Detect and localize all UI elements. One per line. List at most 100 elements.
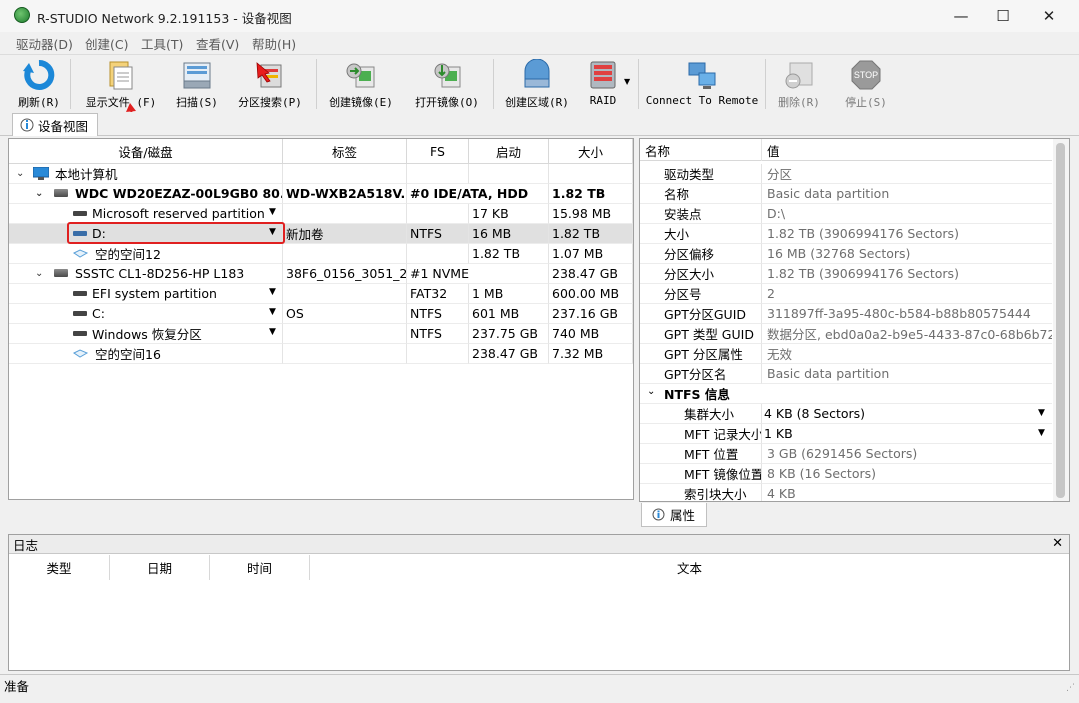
maximize-button[interactable]: ☐ xyxy=(980,0,1026,32)
log-panel[interactable]: 日志 ✕ 类型 日期 时间 文本 xyxy=(8,534,1070,671)
delete-label: 删除(R) xyxy=(778,96,820,109)
property-value: D:\ xyxy=(762,204,1052,224)
tree-row-partition[interactable]: Microsoft reserved partition ▼ 17 KB 15.… xyxy=(9,204,633,224)
property-row[interactable]: 分区偏移 16 MB (32768 Sectors) xyxy=(640,244,1052,264)
log-close-icon[interactable]: ✕ xyxy=(1052,536,1063,551)
col-log-time[interactable]: 时间 xyxy=(210,555,310,580)
menu-create[interactable]: 创建(C) xyxy=(85,34,128,53)
property-value: 16 MB (32768 Sectors) xyxy=(762,244,1052,264)
property-value: 8 KB (16 Sectors) xyxy=(762,464,1052,484)
stop-button[interactable]: STOP 停止(S) xyxy=(842,59,890,111)
tree-row-partition[interactable]: Windows 恢复分区 ▼ NTFS 237.75 GB 740 MB xyxy=(9,324,633,344)
device-label: WD-WXB2A518V... xyxy=(283,184,407,204)
properties-panel[interactable]: 名称 值 驱动类型 分区 名称 Basic data partition 安装点 D:\ 大… xyxy=(639,138,1070,502)
device-fs: #0 IDE/ATA, HDD xyxy=(407,184,549,204)
col-log-date[interactable]: 日期 xyxy=(110,555,210,580)
menu-help[interactable]: 帮助(H) xyxy=(252,34,296,53)
property-value[interactable]: 4 KB (8 Sectors) xyxy=(762,404,1052,424)
open-image-button[interactable]: 打开镜像(O) xyxy=(412,59,482,111)
property-row[interactable]: 名称 Basic data partition xyxy=(640,184,1052,204)
scroll-thumb[interactable] xyxy=(1056,143,1065,498)
scan-button[interactable]: 扫描(S) xyxy=(172,59,222,111)
col-size[interactable]: 大小 xyxy=(549,139,633,164)
connect-remote-button[interactable]: Connect To Remote xyxy=(646,59,758,111)
close-button[interactable]: ✕ xyxy=(1026,0,1072,32)
raid-dropdown-icon[interactable]: ▼ xyxy=(624,77,630,86)
tree-row-disk[interactable]: ⌄ SSSTC CL1-8D256-HP L183 38F6_0156_3051… xyxy=(9,264,633,284)
raid-button[interactable]: RAID xyxy=(585,59,621,111)
partition-search-icon xyxy=(256,62,282,88)
property-row[interactable]: MFT 镜像位置 8 KB (16 Sectors) xyxy=(640,464,1052,484)
collapse-arrow-icon[interactable]: ⌄ xyxy=(35,188,43,199)
dropdown-arrow-icon[interactable]: ▼ xyxy=(269,327,276,337)
property-row[interactable]: 分区大小 1.82 TB (3906994176 Sectors) xyxy=(640,264,1052,284)
col-label[interactable]: 标签 xyxy=(283,139,407,164)
property-row[interactable]: NTFS 信息 ⌄ xyxy=(640,384,1052,404)
dropdown-arrow-icon[interactable]: ▼ xyxy=(269,287,276,297)
col-start[interactable]: 启动 xyxy=(469,139,549,164)
tab-device-view[interactable]: 设备视图 xyxy=(12,113,98,136)
device-table-header: 设备/磁盘 ^ 标签 FS 启动 大小 xyxy=(9,139,633,164)
property-row[interactable]: GPT分区GUID 311897ff-3a95-480c-b584-b88b805… xyxy=(640,304,1052,324)
menu-tools[interactable]: 工具(T) xyxy=(141,34,183,53)
device-name: EFI system partition xyxy=(92,286,217,301)
hard-disk-icon xyxy=(54,189,68,197)
property-row[interactable]: 集群大小 4 KB (8 Sectors) ▼ xyxy=(640,404,1052,424)
resize-grip-icon[interactable]: ⋰ xyxy=(1066,683,1075,693)
tree-row-free-space[interactable]: 空的空间12 1.82 TB 1.07 MB xyxy=(9,244,633,264)
dropdown-arrow-icon[interactable]: ▼ xyxy=(1038,408,1045,418)
refresh-button[interactable]: 刷新(R) xyxy=(16,59,62,111)
collapse-arrow-icon[interactable]: ⌄ xyxy=(16,168,24,179)
property-row[interactable]: 驱动类型 分区 xyxy=(640,164,1052,184)
hard-disk-icon xyxy=(54,269,68,277)
col-log-type[interactable]: 类型 xyxy=(9,555,110,580)
create-region-label: 创建区域(R) xyxy=(505,96,569,109)
collapse-arrow-icon[interactable]: ⌄ xyxy=(647,386,655,397)
log-title: 日志 xyxy=(13,537,39,553)
collapse-arrow-icon[interactable]: ⌄ xyxy=(35,268,43,279)
tree-row-partition[interactable]: C: ▼ OS NTFS 601 MB 237.16 GB xyxy=(9,304,633,324)
property-row[interactable]: GPT 分区属性 无效 xyxy=(640,344,1052,364)
tree-row-local-computer[interactable]: ⌄ 本地计算机 xyxy=(9,164,633,184)
property-row[interactable]: 分区号 2 xyxy=(640,284,1052,304)
device-label: 新加卷 xyxy=(283,224,407,244)
property-row[interactable]: GPT分区名 Basic data partition xyxy=(640,364,1052,384)
show-files-button[interactable]: 显示文件 (F) xyxy=(83,59,159,111)
device-cell: ⌄ WDC WD20EZAZ-00L9GB0 80.0... xyxy=(9,184,283,204)
tree-row-free-space[interactable]: 空的空间16 238.47 GB 7.32 MB xyxy=(9,344,633,364)
col-fs[interactable]: FS xyxy=(407,139,469,164)
menu-drive[interactable]: 驱动器(D) xyxy=(16,34,73,53)
device-start: 1.82 TB xyxy=(469,244,549,264)
menu-view[interactable]: 查看(V) xyxy=(196,34,239,53)
properties-scrollbar[interactable] xyxy=(1053,139,1069,501)
dropdown-arrow-icon[interactable]: ▼ xyxy=(1038,428,1045,438)
col-prop-name[interactable]: 名称 xyxy=(640,139,762,161)
show-files-label: 显示文件 (F) xyxy=(85,96,157,109)
col-device[interactable]: 设备/磁盘 ^ xyxy=(9,139,283,164)
app-logo-icon xyxy=(14,7,30,23)
partition-icon xyxy=(73,331,87,336)
menu-bar: 驱动器(D) 创建(C) 工具(T) 查看(V) 帮助(H) xyxy=(0,32,1079,52)
device-name: SSSTC CL1-8D256-HP L183 xyxy=(75,266,245,281)
create-image-button[interactable]: 创建镜像(E) xyxy=(326,59,396,111)
dropdown-arrow-icon[interactable]: ▼ xyxy=(269,207,276,217)
tree-row-disk[interactable]: ⌄ WDC WD20EZAZ-00L9GB0 80.0... WD-WXB2A5… xyxy=(9,184,633,204)
property-name: 安装点 xyxy=(640,204,762,224)
col-prop-value[interactable]: 值 xyxy=(762,139,1052,161)
minimize-button[interactable]: — xyxy=(938,0,984,32)
tree-row-partition[interactable]: EFI system partition ▼ FAT32 1 MB 600.00… xyxy=(9,284,633,304)
col-log-text[interactable]: 文本 xyxy=(310,555,1069,580)
delete-button[interactable]: 删除(R) xyxy=(775,59,823,111)
property-row[interactable]: 大小 1.82 TB (3906994176 Sectors) xyxy=(640,224,1052,244)
tab-properties[interactable]: 属性 xyxy=(641,503,707,527)
property-row[interactable]: 索引块大小 4 KB xyxy=(640,484,1052,501)
property-row[interactable]: 安装点 D:\ xyxy=(640,204,1052,224)
property-row[interactable]: MFT 记录大小 1 KB ▼ xyxy=(640,424,1052,444)
create-region-button[interactable]: 创建区域(R) xyxy=(503,59,571,111)
property-row[interactable]: MFT 位置 3 GB (6291456 Sectors) xyxy=(640,444,1052,464)
property-row[interactable]: GPT 类型 GUID 数据分区, ebd0a0a2-b9e5-4433-87c0… xyxy=(640,324,1052,344)
device-tree-panel[interactable]: 设备/磁盘 ^ 标签 FS 启动 大小 ⌄ 本地计算机 ⌄ WDC WD20EZ… xyxy=(8,138,634,500)
dropdown-arrow-icon[interactable]: ▼ xyxy=(269,307,276,317)
property-value[interactable]: 1 KB xyxy=(762,424,1052,444)
partition-search-button[interactable]: 分区搜索(P) xyxy=(235,59,305,111)
